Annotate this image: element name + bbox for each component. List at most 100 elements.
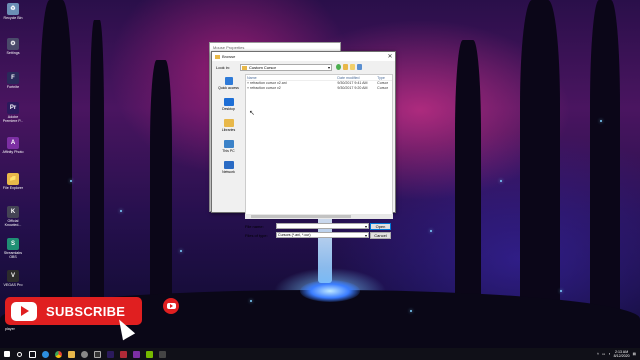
premiere-icon[interactable] [104, 348, 117, 360]
desktop-icon-item[interactable]: A Affinity Photo [2, 137, 24, 154]
desktop-app-icon: S [7, 238, 19, 250]
desktop-icon-item[interactable]: F Fortnite [2, 72, 24, 89]
place-label: Libraries [221, 128, 236, 132]
task-view-icon[interactable] [26, 348, 39, 360]
desktop-icon-label: VEGAS Pro [3, 283, 23, 287]
file-date: 9/30/2017 9:20 AM [337, 86, 368, 90]
folder-icon [242, 65, 247, 70]
desktop-icon-label: File Explorer [2, 186, 24, 190]
file-row[interactable]: ⌖ refraction cursor v2 9/30/2017 9:20 AM… [246, 86, 392, 91]
chrome-icon[interactable] [52, 348, 65, 360]
desktop-icon-item[interactable]: ⚙ Settings [2, 38, 24, 55]
desktop-icon-item[interactable]: Pr Adobe Premiere P... [2, 102, 24, 123]
place-quick-access[interactable]: Quick access [215, 77, 242, 90]
sparkle [410, 310, 412, 312]
desktop-app-icon: A [7, 137, 19, 149]
scrollbar-thumb[interactable] [251, 215, 351, 218]
place-network[interactable]: Network [215, 161, 242, 174]
settings-icon[interactable] [78, 348, 91, 360]
player-label: player [5, 327, 15, 331]
sparkle [500, 180, 502, 182]
file-list[interactable]: Name Date modified Type ⌖ refraction cur… [245, 74, 393, 218]
desktop-icon-label: Adobe Premiere P... [2, 115, 24, 123]
place-label: Desktop [222, 107, 235, 111]
open-button[interactable]: Open [370, 223, 391, 230]
desktop-app-icon: Pr [7, 102, 19, 114]
desktop-app-icon: K [7, 206, 19, 218]
desktop-icon-label: Fortnite [6, 85, 20, 89]
notifications-icon[interactable]: ▤ [633, 352, 636, 356]
browse-dialog: Browse ✕ Look in: Custom Cursor ▾ Quick … [211, 51, 396, 239]
cancel-button[interactable]: Cancel [370, 232, 391, 239]
view-menu-icon[interactable] [357, 64, 362, 70]
place-label: Network [222, 170, 235, 174]
sparkle [560, 290, 562, 292]
desktop-icon [223, 98, 234, 106]
affinity-icon[interactable] [130, 348, 143, 360]
search-icon[interactable] [13, 348, 26, 360]
column-type[interactable]: Type [376, 75, 392, 80]
chevron-down-icon[interactable]: ▾ [365, 224, 367, 229]
place-label: This PC [222, 149, 235, 153]
sparkle [600, 120, 602, 122]
horizontal-scrollbar[interactable] [245, 214, 393, 219]
desktop-icon-item[interactable]: S Streamlabs OBS [2, 238, 24, 259]
desktop-icon-item[interactable]: 📁 File Explorer [2, 173, 24, 190]
file-name: refraction cursor v2 [250, 86, 281, 90]
youtube-play-icon [11, 301, 37, 321]
youtube-logo-icon [163, 298, 179, 314]
desktop-icon-label: Official Knowled... [4, 219, 22, 227]
taskbar: ˄ ▭ ◖ 2:13 AM 8/12/2020 ▤ [0, 348, 640, 360]
new-folder-icon[interactable] [350, 64, 355, 70]
place-libraries[interactable]: Libraries [215, 119, 242, 132]
desktop-icon-item[interactable]: K Official Knowled... [2, 206, 24, 227]
desktop-icon-label: Streamlabs OBS [3, 251, 23, 259]
chevron-up-icon[interactable]: ˄ [597, 352, 599, 356]
place-desktop[interactable]: Desktop [215, 98, 242, 111]
desktop-app-icon: ♻ [7, 3, 19, 15]
file-type: Cursor [377, 86, 388, 90]
start-icon[interactable] [0, 348, 13, 360]
sparkle [70, 180, 72, 182]
files-of-type-label: Files of type: [245, 233, 268, 238]
clock[interactable]: 2:13 AM 8/12/2020 [614, 350, 630, 358]
up-folder-icon[interactable] [343, 64, 348, 70]
desktop-app-icon: V [7, 270, 19, 282]
tree-silhouette [590, 0, 620, 348]
file-name: refraction cursor v2.ani [250, 81, 287, 85]
app-icon[interactable] [156, 348, 169, 360]
volume-icon[interactable]: ◖ [608, 352, 610, 356]
place-this-pc[interactable]: This PC [215, 140, 242, 153]
place-label: Quick access [218, 86, 239, 90]
network-icon [223, 161, 234, 169]
files-of-type-select[interactable]: Cursors (*.ani, *.cur) ▾ [276, 232, 369, 238]
glowing-pool [300, 280, 360, 302]
look-in-value: Custom Cursor [249, 65, 276, 70]
desktop-icon-item[interactable]: V VEGAS Pro [2, 270, 24, 287]
look-in-select[interactable]: Custom Cursor ▾ [240, 64, 332, 71]
star-icon [224, 77, 233, 85]
app-icon[interactable] [117, 348, 130, 360]
close-icon[interactable]: ✕ [385, 53, 395, 60]
desktop-icon-item[interactable]: ♻ Recycle Bin [2, 3, 24, 20]
vegas-icon[interactable] [91, 348, 104, 360]
sparkle [180, 250, 182, 252]
file-name-label: File name: [245, 224, 264, 229]
edge-icon[interactable] [39, 348, 52, 360]
desktop-icon-label: Affinity Photo [2, 150, 24, 154]
desktop-app-icon: 📁 [7, 173, 19, 185]
sparkle [430, 230, 432, 232]
computer-icon [223, 140, 234, 148]
file-name-input[interactable]: ▾ [276, 223, 369, 229]
desktop-app-icon: F [7, 72, 19, 84]
file-explorer-icon[interactable] [65, 348, 78, 360]
desktop-icon-label: Recycle Bin [3, 16, 23, 20]
back-icon[interactable] [336, 64, 341, 70]
column-date[interactable]: Date modified [336, 75, 376, 80]
column-name[interactable]: Name [246, 75, 336, 80]
libraries-icon [223, 119, 234, 127]
network-icon[interactable]: ▭ [602, 352, 605, 356]
browse-title: Browse [222, 54, 236, 59]
nvidia-icon[interactable] [143, 348, 156, 360]
mouse-pointer-icon: ↖ [249, 110, 255, 117]
